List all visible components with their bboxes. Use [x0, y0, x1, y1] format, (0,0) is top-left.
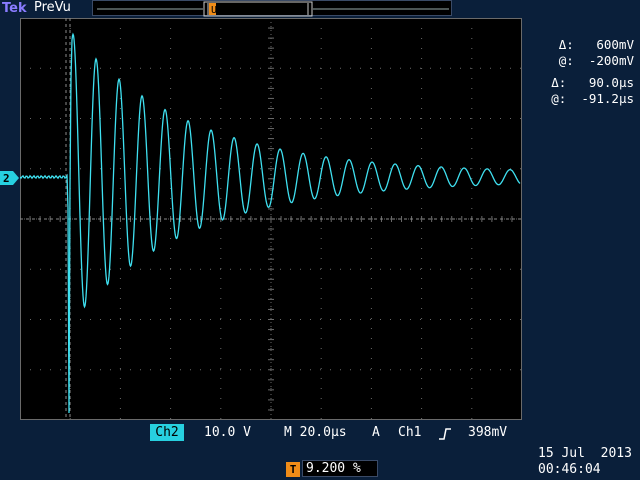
trigger-level: 398mV: [468, 425, 508, 440]
trigger-position-value: 9.200 %: [306, 461, 361, 476]
record-window-graphic: U: [97, 1, 449, 17]
at-label: @:: [551, 91, 567, 106]
top-status-bar: Tek PreVu U: [0, 0, 640, 18]
channel-badge[interactable]: Ch2: [150, 424, 184, 441]
svg-text:U: U: [211, 5, 217, 16]
date-readout: 15 Jul 2013: [538, 446, 632, 461]
volts-per-div: 10.0 V: [204, 425, 251, 440]
acquisition-mode: PreVu: [34, 0, 71, 15]
graticule-and-trace: [19, 17, 522, 420]
waveform-display[interactable]: [19, 17, 522, 420]
channel-2-trace: [19, 32, 521, 414]
time-at-value: -91.2µs: [581, 91, 634, 106]
time-readout: 00:46:04: [538, 462, 601, 477]
timebase: M 20.0µs: [284, 425, 347, 440]
rising-edge-icon: [439, 428, 451, 440]
trigger-position-badge: T: [286, 462, 300, 477]
trigger-source: Ch1: [398, 425, 422, 440]
brand-logo: Tek: [2, 1, 27, 16]
trigger-position-icon: U: [209, 3, 217, 16]
trigger-mode: A: [372, 425, 380, 440]
record-view-bar[interactable]: U: [92, 0, 452, 17]
cursor-time-at: @: -91.2µs: [536, 76, 634, 106]
channel-2-marker[interactable]: 2: [0, 170, 20, 186]
channel-marker-label: 2: [3, 172, 10, 185]
